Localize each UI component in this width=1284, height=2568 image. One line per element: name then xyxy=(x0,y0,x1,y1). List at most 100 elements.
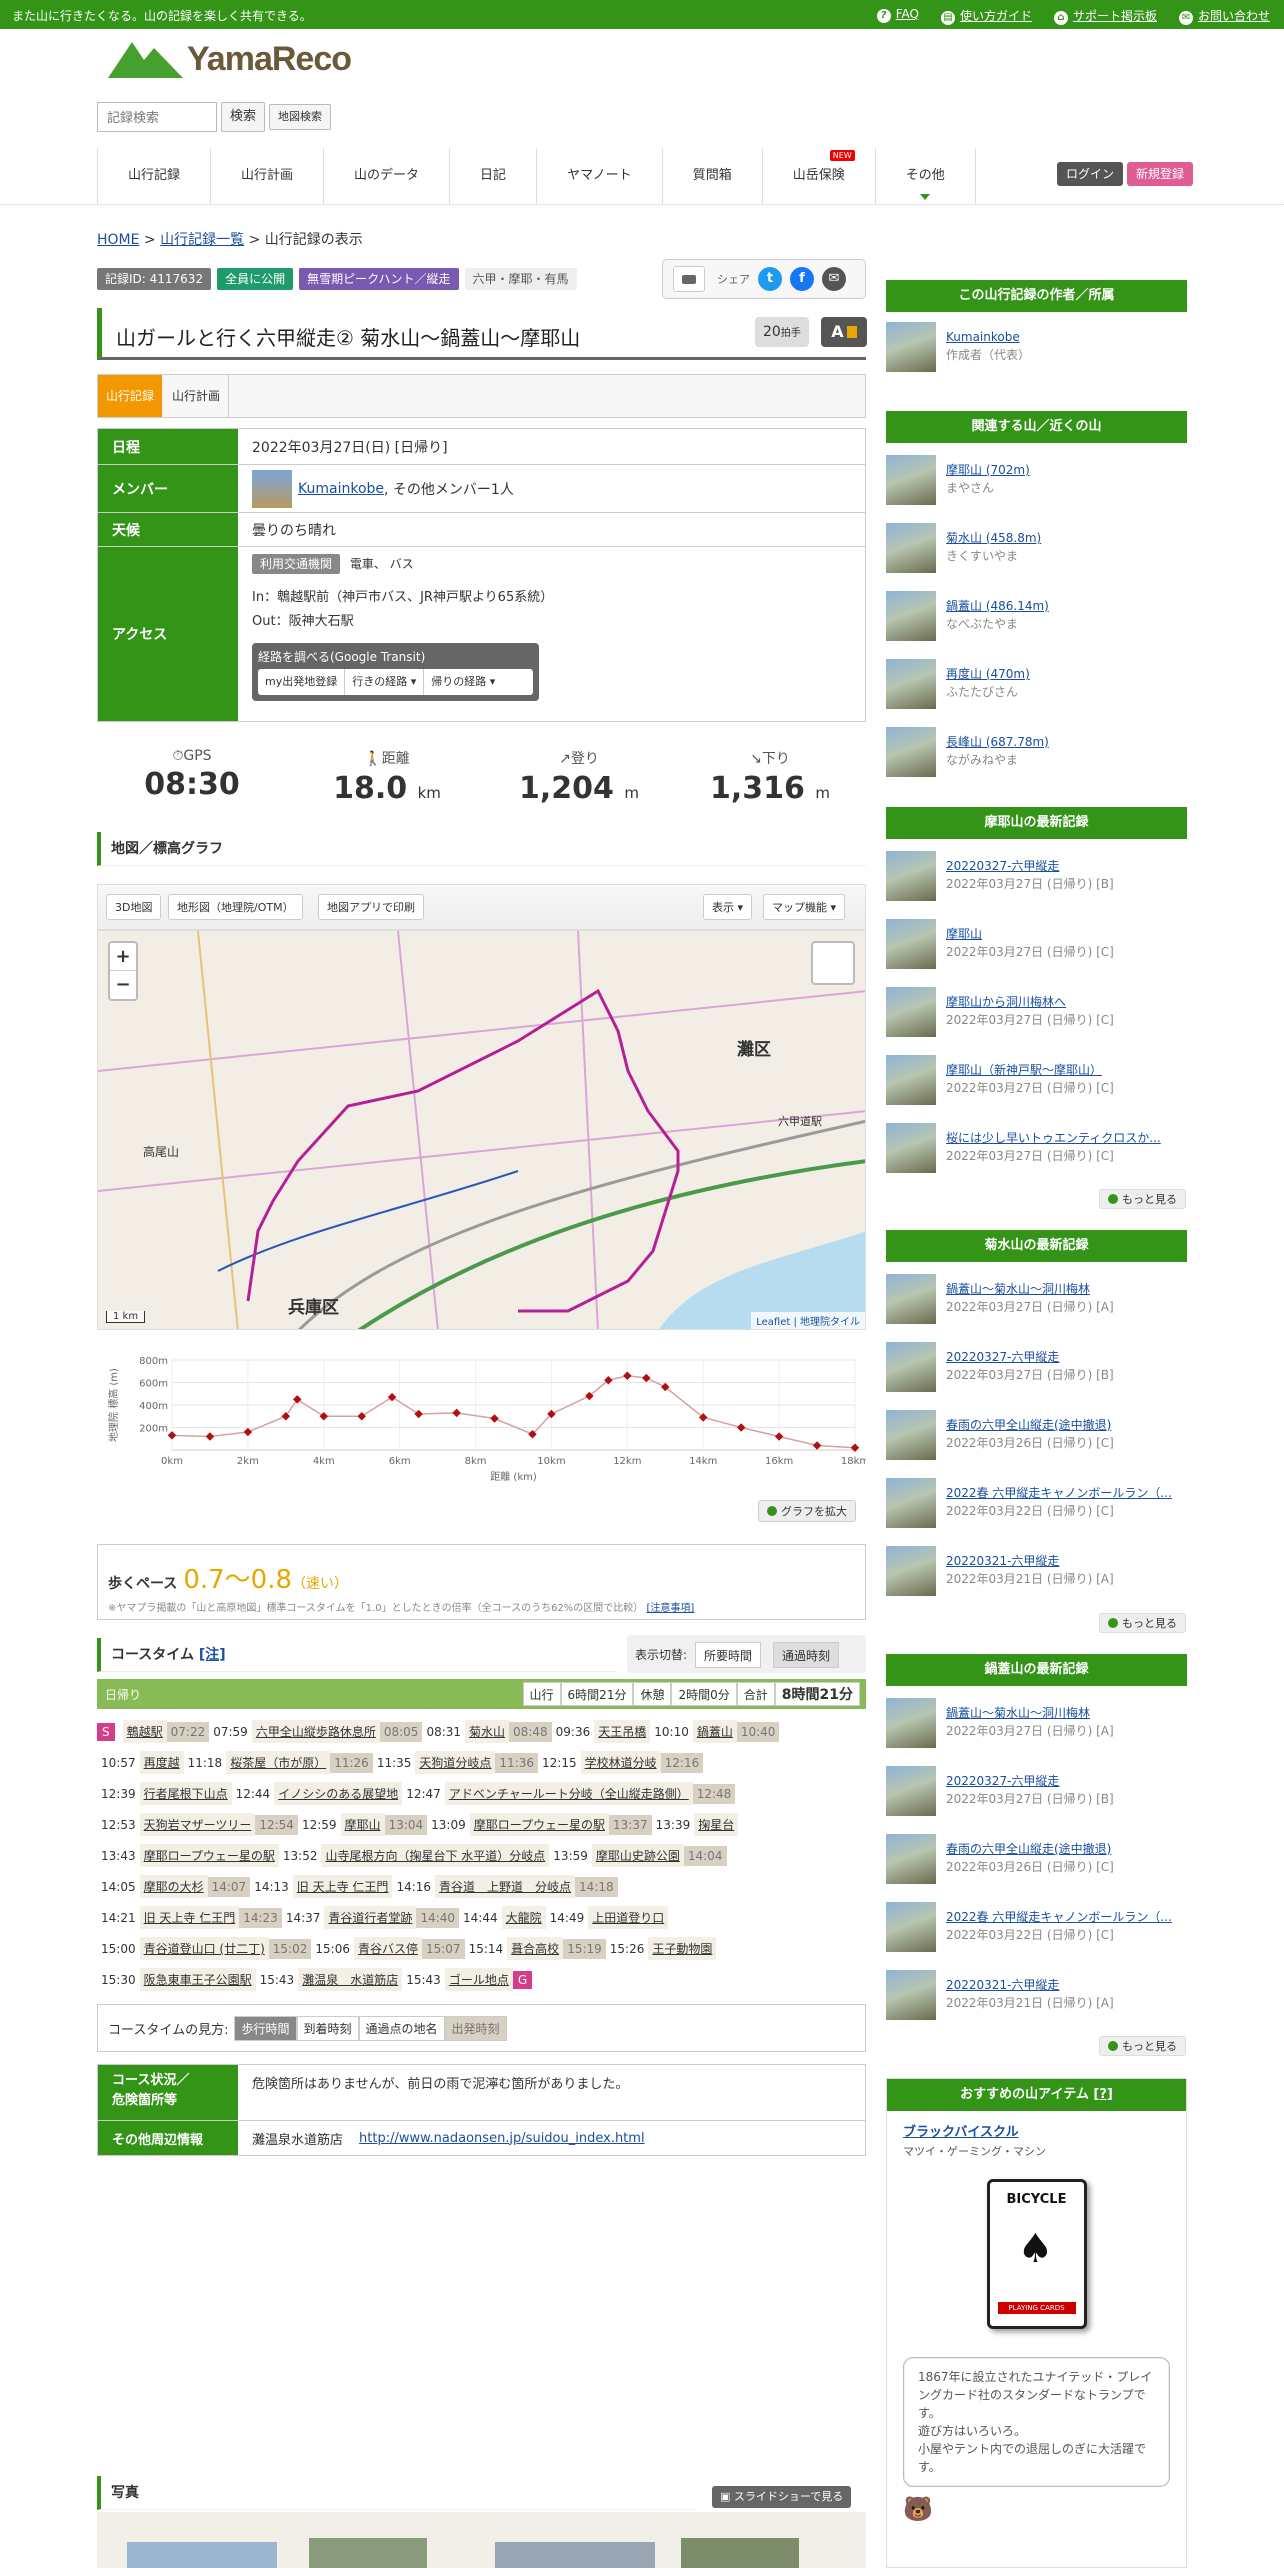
waypoint-link[interactable]: アドベンチャールート分岐（全山縦走路側） xyxy=(444,1782,693,1805)
tab-record[interactable]: 山行記録 xyxy=(98,375,163,417)
list-item-link[interactable]: 2022春 六甲縦走キャノンボールラン（... xyxy=(946,1910,1172,1924)
category-tag[interactable]: 無雪期ピークハント／縦走 xyxy=(299,268,459,290)
waypoint-link[interactable]: 青谷道 上野道 分岐点 xyxy=(435,1875,576,1898)
list-item-link[interactable]: 鍋蓋山～菊水山～洞川梅林 xyxy=(946,1282,1090,1296)
thumbnail[interactable] xyxy=(886,1834,936,1884)
thumbnail[interactable] xyxy=(886,455,936,505)
login-button[interactable]: ログイン xyxy=(1057,162,1124,186)
item-product-image[interactable]: BICYCLE ♠ PLAYING CARDS xyxy=(986,2179,1087,2329)
list-item-link[interactable]: 摩耶山（新神戸駅～摩耶山） xyxy=(946,1063,1102,1077)
photo-thumb[interactable] xyxy=(127,2542,277,2568)
item-name-link[interactable]: ブラックバイスクル xyxy=(903,2125,1019,2140)
author-link[interactable]: Kumainkobe xyxy=(946,330,1020,344)
kikusui-more-button[interactable]: もっと見る xyxy=(1099,1613,1186,1633)
list-item[interactable]: 鍋蓋山～菊水山～洞川梅林 2022年03月27日 (日帰り) [A] xyxy=(886,1274,1187,1331)
list-item-link[interactable]: 長峰山 (687.78m) xyxy=(946,735,1049,749)
thumbnail[interactable] xyxy=(886,1478,936,1528)
waypoint-link[interactable]: 大龍院 xyxy=(501,1906,546,1929)
photo-thumb[interactable] xyxy=(681,2538,799,2568)
map-function-dropdown[interactable]: マップ機能 ▾ xyxy=(763,894,846,920)
thumbnail[interactable] xyxy=(886,1055,936,1105)
map-search-button[interactable]: 地図検索 xyxy=(269,104,332,130)
my-origin-button[interactable]: my出発地登録 xyxy=(258,669,346,695)
list-item[interactable]: 再度山 (470m) ふたたびさん xyxy=(886,659,1187,716)
list-item[interactable]: 摩耶山（新神戸駅～摩耶山） 2022年03月27日 (日帰り) [C] xyxy=(886,1055,1187,1112)
thumbnail[interactable] xyxy=(886,1274,936,1324)
waypoint-link[interactable]: 菊水山 xyxy=(465,1720,510,1743)
list-item-link[interactable]: 20220327-六甲縦走 xyxy=(946,1774,1059,1788)
print-icon[interactable] xyxy=(673,266,705,292)
list-item-link[interactable]: 鍋蓋山 (486.14m) xyxy=(946,599,1049,613)
list-item-link[interactable]: 菊水山 (458.8m) xyxy=(946,531,1041,545)
thumbnail[interactable] xyxy=(886,1766,936,1816)
nav-yamanote[interactable]: ヤマノート xyxy=(536,148,662,204)
member-link[interactable]: Kumainkobe xyxy=(298,481,384,497)
switch-passing-time[interactable]: 通過時刻 xyxy=(773,1642,840,1668)
print-map-button[interactable]: 地図アプリで印刷 xyxy=(318,894,424,920)
waypoint-link[interactable]: 行者尾根下山点 xyxy=(139,1782,232,1805)
coursetime-note-link[interactable]: [注] xyxy=(199,1647,226,1663)
list-item-link[interactable]: 2022春 六甲縦走キャノンボールラン（... xyxy=(946,1486,1172,1500)
register-button[interactable]: 新規登録 xyxy=(1127,162,1194,186)
list-item[interactable]: 摩耶山 2022年03月27日 (日帰り) [C] xyxy=(886,919,1187,976)
tab-plan[interactable]: 山行計画 xyxy=(164,375,230,417)
waypoint-link[interactable]: 摩耶の大杉 xyxy=(139,1875,208,1898)
clap-button[interactable]: 20拍手 xyxy=(755,317,809,347)
graph-expand-button[interactable]: グラフを拡大 xyxy=(758,1500,856,1522)
waypoint-link[interactable]: 摩耶ロープウェー星の駅 xyxy=(139,1844,279,1867)
thumbnail[interactable] xyxy=(886,727,936,777)
guide-link[interactable]: ▤ 使い方ガイド xyxy=(940,7,1032,25)
waypoint-link[interactable]: 再度越 xyxy=(139,1751,184,1774)
waypoint-link[interactable]: 上田道登り口 xyxy=(588,1906,669,1929)
outbound-route-button[interactable]: 行きの経路 ▾ xyxy=(345,669,425,695)
waypoint-link[interactable]: 旧 天上寺 仁王門 xyxy=(139,1906,240,1929)
switch-duration[interactable]: 所要時間 xyxy=(695,1642,762,1668)
list-item[interactable]: 鍋蓋山 (486.14m) なべぶたやま xyxy=(886,591,1187,648)
waypoint-link[interactable]: 六甲全山縦歩路休息所 xyxy=(251,1720,380,1743)
waypoint-link[interactable]: 摩耶山 xyxy=(340,1813,385,1836)
thumbnail[interactable] xyxy=(886,851,936,901)
list-item[interactable]: 桜には少し早いトゥエンティクロスか... 2022年03月27日 (日帰り) [C… xyxy=(886,1123,1187,1180)
waypoint-link[interactable]: 天狗岩マザーツリー xyxy=(139,1813,256,1836)
maya-more-button[interactable]: もっと見る xyxy=(1099,1189,1186,1209)
thumbnail[interactable] xyxy=(886,1342,936,1392)
faq-link[interactable]: ? FAQ xyxy=(876,7,919,25)
slideshow-button[interactable]: ▣ スライドショーで見る xyxy=(712,2486,852,2508)
waypoint-link[interactable]: 灘温泉 水道筋店 xyxy=(298,1968,403,1991)
waypoint-link[interactable]: 学校林道分岐 xyxy=(580,1751,661,1774)
route-map[interactable]: + − 灘区 兵庫区 高尾山 六甲道駅 1 km Leaflet | 地理院タイ… xyxy=(97,930,866,1330)
list-item-link[interactable]: 摩耶山 (702m) xyxy=(946,463,1030,477)
display-dropdown[interactable]: 表示 ▾ xyxy=(703,894,753,920)
list-item-link[interactable]: 春雨の六甲全山縦走(途中撤退) xyxy=(946,1842,1111,1856)
list-item[interactable]: 摩耶山 (702m) まやさん xyxy=(886,455,1187,512)
list-item-link[interactable]: 20220321-六甲縦走 xyxy=(946,1554,1059,1568)
waypoint-link[interactable]: 天王吊橋 xyxy=(594,1720,651,1743)
twitter-icon[interactable]: t xyxy=(758,267,782,291)
breadcrumb-home[interactable]: HOME xyxy=(97,232,139,248)
thumbnail[interactable] xyxy=(886,1546,936,1596)
site-logo[interactable]: YamaReco xyxy=(108,38,352,80)
waypoint-link[interactable]: 青谷道行者堂跡 xyxy=(324,1906,417,1929)
list-item-link[interactable]: 桜には少し早いトゥエンティクロスか... xyxy=(946,1131,1161,1145)
zoom-out-button[interactable]: − xyxy=(110,971,136,999)
item-help-link[interactable]: [?] xyxy=(1093,2087,1112,2102)
list-item[interactable]: 20220327-六甲縦走 2022年03月27日 (日帰り) [B] xyxy=(886,851,1187,908)
nav-records[interactable]: 山行記録 xyxy=(97,148,210,204)
list-item[interactable]: 20220321-六甲縦走 2022年03月21日 (日帰り) [A] xyxy=(886,1546,1187,1603)
waypoint-link[interactable]: 摩耶ロープウェー星の駅 xyxy=(469,1813,610,1836)
waypoint-link[interactable]: 桜茶屋（市が原） xyxy=(226,1751,331,1774)
map-attribution[interactable]: Leaflet | 地理院タイル xyxy=(751,1312,865,1329)
waypoint-link[interactable]: 山寺尾根方向（掬星台下 水平道）分岐点 xyxy=(321,1844,550,1867)
list-item-link[interactable]: 20220321-六甲縦走 xyxy=(946,1978,1059,1992)
author-avatar[interactable] xyxy=(886,322,936,372)
pace-note-link[interactable]: [注意事項] xyxy=(647,1603,695,1614)
terrain-map-button[interactable]: 地形図（地理院/OTM） xyxy=(168,894,303,920)
thumbnail[interactable] xyxy=(886,1123,936,1173)
list-item-link[interactable]: 摩耶山 xyxy=(946,927,982,941)
list-item[interactable]: 20220321-六甲縦走 2022年03月21日 (日帰り) [A] xyxy=(886,1970,1187,2027)
return-route-button[interactable]: 帰りの経路 ▾ xyxy=(424,669,502,695)
support-link[interactable]: ⌂ サポート掲示板 xyxy=(1053,7,1157,25)
list-item[interactable]: 2022春 六甲縦走キャノンボールラン（... 2022年03月22日 (日帰り)… xyxy=(886,1478,1187,1535)
search-button[interactable]: 検索 xyxy=(221,102,266,132)
list-item[interactable]: 摩耶山から洞川梅林へ 2022年03月27日 (日帰り) [C] xyxy=(886,987,1187,1044)
